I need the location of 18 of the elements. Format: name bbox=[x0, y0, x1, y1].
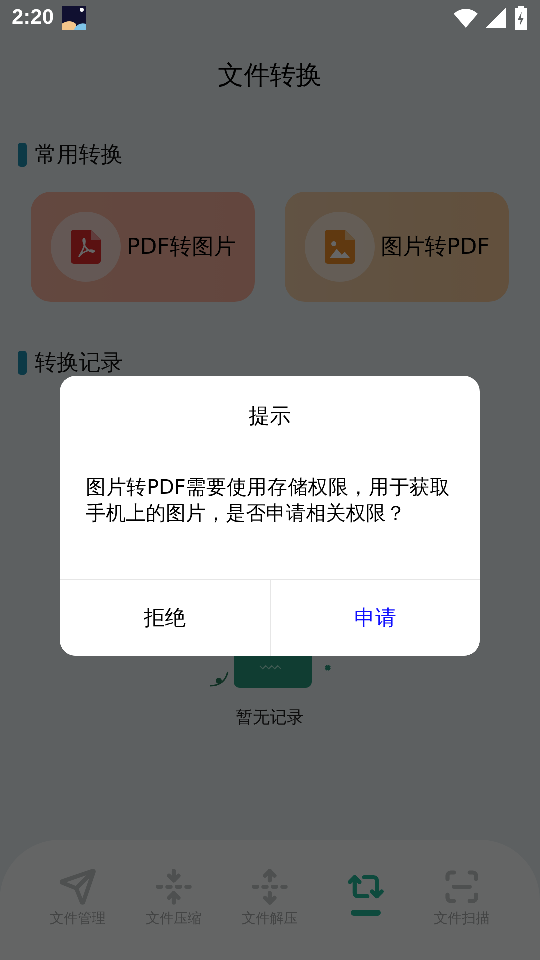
app-notification-icon bbox=[62, 6, 86, 30]
confirm-button[interactable]: 申请 bbox=[270, 580, 480, 656]
empty-text: 暂无记录 bbox=[236, 707, 304, 729]
status-time: 2:20 bbox=[12, 6, 54, 30]
section-heading: 转换记录 bbox=[35, 350, 123, 378]
section-marker bbox=[18, 351, 27, 375]
page-title: 文件转换 bbox=[217, 60, 323, 93]
pdf-file-icon bbox=[71, 230, 101, 264]
dialog-message: 图片转PDF需要使用存储权限，用于获取手机上的图片，是否申请相关权限？ bbox=[85, 474, 451, 527]
section-heading: 常用转换 bbox=[35, 142, 123, 170]
signal-icon bbox=[486, 8, 506, 28]
battery-icon bbox=[514, 6, 528, 30]
dialog-title: 提示 bbox=[248, 403, 292, 430]
convert-card[interactable]: PDF转图片 bbox=[31, 192, 255, 302]
wifi-icon bbox=[454, 8, 478, 28]
image-file-icon bbox=[325, 230, 355, 264]
section-marker bbox=[18, 143, 27, 167]
convert-card[interactable]: 图片转PDF bbox=[285, 192, 509, 302]
